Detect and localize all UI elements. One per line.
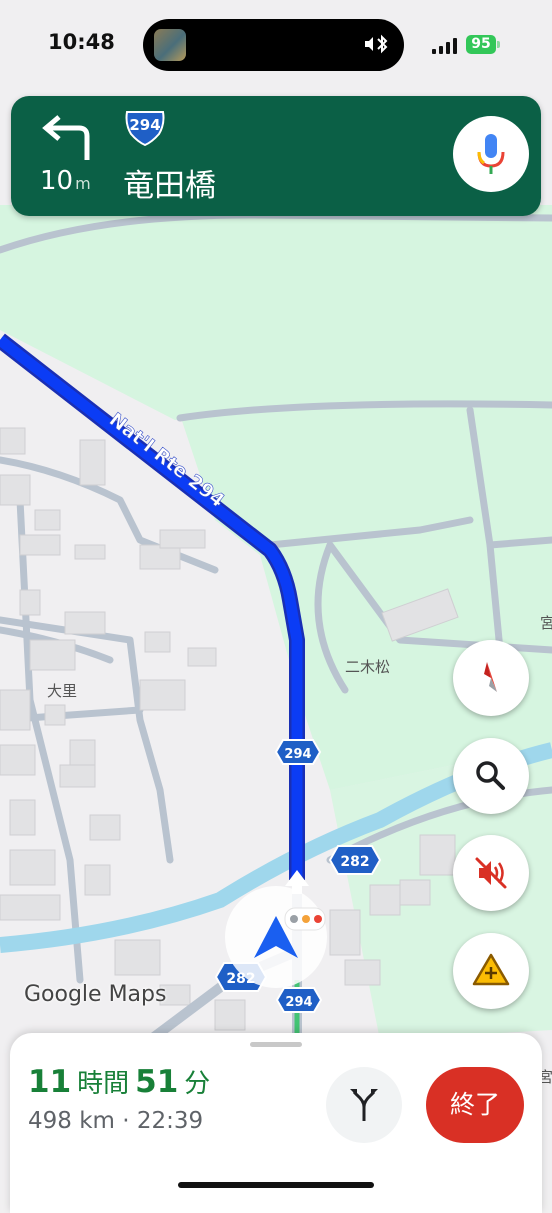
shield-294-bottom: 294 <box>275 987 323 1013</box>
svg-text:282: 282 <box>340 854 369 870</box>
shield-282-right: 282 <box>328 845 382 875</box>
route-shield-number: 294 <box>129 116 161 134</box>
search-icon <box>476 761 505 790</box>
compass-icon <box>484 662 497 692</box>
alternate-routes-icon <box>350 1089 378 1121</box>
shield-294-mid: 294 <box>274 739 322 765</box>
distance-unit: m <box>75 174 91 193</box>
turn-left-icon <box>42 115 90 160</box>
battery-tip <box>497 41 500 48</box>
trip-distance-arrival: 498 km · 22:39 <box>28 1108 204 1134</box>
eta-minutes-unit: 分 <box>184 1069 211 1099</box>
voice-search-button[interactable] <box>453 116 529 192</box>
svg-text:294: 294 <box>285 995 312 1010</box>
dynamic-island[interactable] <box>143 19 404 71</box>
report-incident-button[interactable] <box>453 933 529 1009</box>
place-label-osato: 大里 <box>47 682 77 700</box>
turn-distance: 10 m <box>40 166 91 196</box>
bluetooth-audio-icon <box>365 34 388 54</box>
eta-hours-unit: 時間 <box>77 1069 130 1099</box>
svg-text:294: 294 <box>284 747 311 762</box>
compass-button[interactable] <box>453 640 529 716</box>
next-street-name: 竜田橋 <box>123 168 216 204</box>
eta-hours: 11 <box>28 1064 72 1100</box>
location-puck <box>225 886 327 988</box>
battery-indicator: 95 <box>466 35 496 54</box>
distance-value: 10 <box>40 166 74 196</box>
home-indicator[interactable] <box>178 1182 374 1188</box>
mute-icon <box>475 857 507 889</box>
navigation-instruction-banner[interactable]: 10 m 294 竜田橋 <box>11 96 541 216</box>
search-along-route-button[interactable] <box>453 738 529 814</box>
google-maps-attribution: Google Maps <box>24 982 167 1007</box>
eta-minutes: 51 <box>135 1064 179 1100</box>
place-label-nikimatsu: 二木松 <box>345 658 390 676</box>
now-playing-thumbnail <box>154 29 186 61</box>
place-label-edge-top: 宮 <box>540 614 552 632</box>
sheet-grabber[interactable] <box>250 1042 302 1047</box>
eta-duration: 11 時間 51 分 <box>28 1063 216 1100</box>
mute-button[interactable] <box>453 835 529 911</box>
cellular-signal-icon <box>432 38 460 54</box>
status-bar: 10:48 95 <box>0 0 552 90</box>
status-time: 10:48 <box>48 30 115 54</box>
report-incident-icon <box>472 953 510 986</box>
alternate-routes-button[interactable] <box>326 1067 402 1143</box>
microphone-icon <box>477 134 505 174</box>
end-navigation-button[interactable]: 終了 <box>426 1067 524 1143</box>
